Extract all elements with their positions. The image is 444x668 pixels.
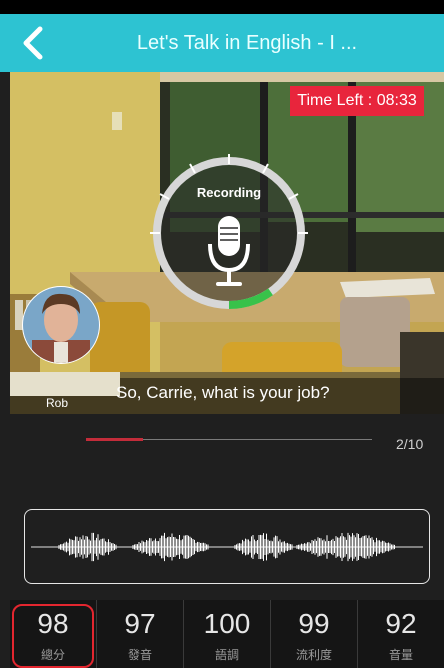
dialogue-subtitle: So, Carrie, what is your job?	[116, 383, 330, 402]
recording-label: Recording	[196, 185, 262, 200]
speaker-name: Rob	[46, 396, 69, 410]
microphone-icon[interactable]	[204, 214, 254, 290]
score-intonation[interactable]: 100 語調	[183, 600, 270, 668]
waveform-panel	[24, 509, 430, 584]
time-left-badge: Time Left : 08:33	[290, 86, 424, 116]
score-label: 音量	[388, 648, 413, 662]
score-pronunciation[interactable]: 97 發音	[96, 600, 183, 668]
score-volume[interactable]: 92 音量	[357, 600, 444, 668]
score-label: 發音	[127, 648, 152, 662]
score-label: 語調	[214, 648, 239, 662]
app-screen: Let's Talk in English - I ... Time Left …	[0, 0, 444, 668]
status-strip	[0, 0, 444, 14]
score-value: 97	[124, 608, 156, 639]
speaker-avatar	[22, 286, 100, 364]
audio-waveform	[31, 532, 423, 562]
score-value: 92	[385, 608, 417, 639]
selected-score-highlight	[12, 604, 94, 668]
score-fluency[interactable]: 99 流利度	[270, 600, 357, 668]
back-arrow-icon[interactable]	[18, 26, 48, 60]
score-value: 99	[298, 608, 330, 639]
progress-count: 2/10	[396, 436, 424, 452]
app-header: Let's Talk in English - I ...	[0, 14, 444, 72]
page-title: Let's Talk in English - I ...	[136, 32, 358, 54]
score-label: 流利度	[295, 648, 332, 662]
score-value: 100	[203, 608, 251, 639]
progress-fill	[86, 438, 143, 441]
